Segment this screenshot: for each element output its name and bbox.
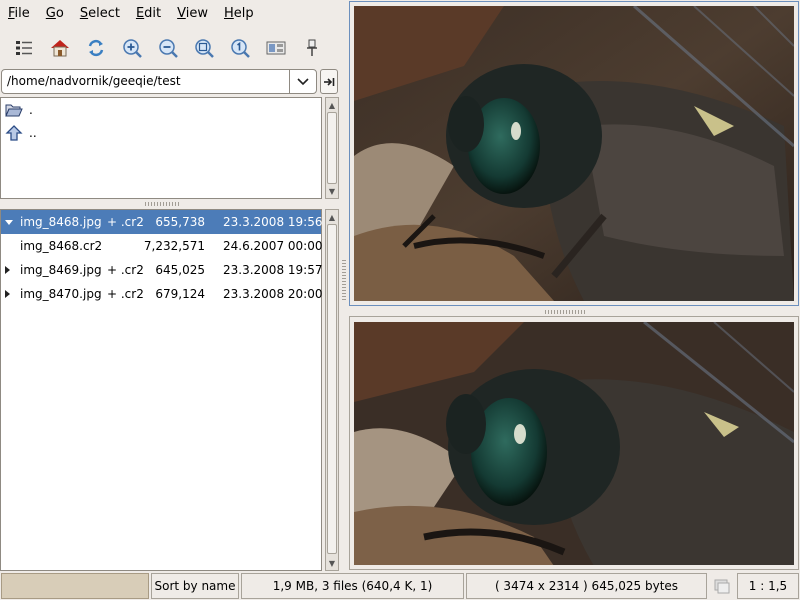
jump-arrow-icon bbox=[324, 77, 335, 86]
thumbnails-button[interactable] bbox=[6, 32, 42, 64]
directory-list: . .. bbox=[0, 97, 322, 199]
chevron-down-icon bbox=[297, 77, 309, 85]
dir-item-parent[interactable]: .. bbox=[1, 121, 321, 144]
file-row[interactable]: img_8469.jpg + .cr2 645,025 23.3.2008 19… bbox=[1, 258, 323, 282]
dir-item-label: . bbox=[29, 102, 33, 117]
zoom-1-1-icon bbox=[231, 39, 250, 58]
file-row[interactable]: img_8468.cr2 7,232,571 24.6.2007 00:00 bbox=[1, 234, 323, 258]
progress-bar bbox=[1, 573, 149, 599]
file-size: 679,124 bbox=[155, 287, 205, 301]
status-summary-text: 1,9 MB, 3 files (640,4 K, 1) bbox=[272, 579, 433, 593]
pin-button[interactable] bbox=[294, 32, 330, 64]
expander-expanded-icon[interactable] bbox=[5, 220, 13, 225]
status-image-info: ( 3474 x 2314 ) 645,025 bytes bbox=[466, 573, 707, 599]
file-size: 655,738 bbox=[155, 215, 205, 229]
file-list-scrollbar[interactable]: ▲ ▼ bbox=[325, 209, 339, 571]
color-profile-icon bbox=[714, 579, 730, 594]
zoom-fit-icon bbox=[195, 39, 214, 58]
home-icon bbox=[51, 40, 69, 57]
menubar: File Go Select Edit View Help bbox=[0, 0, 345, 28]
refresh-button[interactable] bbox=[78, 32, 114, 64]
statusbar: Sort by name 1,9 MB, 3 files (640,4 K, 1… bbox=[0, 572, 800, 600]
directory-scrollbar[interactable]: ▲ ▼ bbox=[325, 97, 339, 199]
status-summary: 1,9 MB, 3 files (640,4 K, 1) bbox=[241, 573, 464, 599]
path-input[interactable] bbox=[2, 70, 288, 93]
home-button[interactable] bbox=[42, 32, 78, 64]
pin-icon bbox=[307, 39, 317, 56]
go-button[interactable] bbox=[320, 69, 338, 94]
file-date: 23.3.2008 20:00 bbox=[223, 287, 323, 301]
dragonfly-photo-zoomed bbox=[354, 322, 794, 565]
color-profile-button[interactable] bbox=[709, 573, 735, 599]
file-sidecar: + .cr2 bbox=[107, 263, 144, 277]
file-size: 7,232,571 bbox=[143, 239, 205, 253]
menu-file[interactable]: File bbox=[0, 0, 38, 28]
zoom-status-text: 1 : 1,5 bbox=[748, 579, 788, 593]
dir-item-label: .. bbox=[29, 125, 37, 140]
file-row[interactable]: img_8468.jpg + .cr2 655,738 23.3.2008 19… bbox=[1, 210, 323, 234]
file-list: img_8468.jpg + .cr2 655,738 23.3.2008 19… bbox=[0, 209, 322, 571]
expander-collapsed-icon[interactable] bbox=[5, 266, 10, 274]
pane-resize-handle[interactable] bbox=[145, 202, 179, 206]
zoom-in-button[interactable] bbox=[114, 32, 150, 64]
thumbnails-icon bbox=[16, 41, 32, 55]
dragonfly-photo bbox=[354, 6, 794, 301]
sort-button[interactable]: Sort by name bbox=[151, 573, 239, 599]
file-size: 645,025 bbox=[155, 263, 205, 277]
up-arrow-icon bbox=[5, 124, 23, 141]
file-date: 24.6.2007 00:00 bbox=[223, 239, 323, 253]
dir-item-current[interactable]: . bbox=[1, 98, 321, 121]
file-name: img_8469.jpg bbox=[20, 263, 102, 277]
zoom-status: 1 : 1,5 bbox=[737, 573, 799, 599]
file-name: img_8468.jpg bbox=[20, 215, 102, 229]
path-dropdown-button[interactable] bbox=[289, 70, 316, 93]
folder-open-icon bbox=[5, 104, 23, 116]
zoom-1-1-button[interactable] bbox=[222, 32, 258, 64]
menu-select[interactable]: Select bbox=[72, 0, 128, 28]
sort-label: Sort by name bbox=[154, 579, 236, 593]
image-split-resize-handle[interactable] bbox=[545, 310, 585, 314]
layout-button[interactable] bbox=[258, 32, 294, 64]
file-name: img_8468.cr2 bbox=[20, 239, 103, 253]
image-view-primary[interactable] bbox=[349, 1, 799, 306]
zoom-fit-button[interactable] bbox=[186, 32, 222, 64]
zoom-in-icon bbox=[123, 39, 142, 58]
menu-go[interactable]: Go bbox=[38, 0, 72, 28]
path-combo bbox=[1, 69, 317, 94]
image-view-secondary[interactable] bbox=[349, 316, 799, 570]
menu-edit[interactable]: Edit bbox=[128, 0, 169, 28]
vertical-resize-handle[interactable] bbox=[342, 260, 346, 300]
layout-icon bbox=[266, 41, 286, 55]
menu-view[interactable]: View bbox=[169, 0, 216, 28]
file-date: 23.3.2008 19:56 bbox=[223, 215, 323, 229]
zoom-out-icon bbox=[159, 39, 178, 58]
expander-collapsed-icon[interactable] bbox=[5, 290, 10, 298]
toolbar bbox=[0, 30, 345, 66]
file-sidecar: + .cr2 bbox=[107, 287, 144, 301]
file-sidecar: + .cr2 bbox=[107, 215, 144, 229]
refresh-icon bbox=[88, 39, 104, 57]
file-date: 23.3.2008 19:57 bbox=[223, 263, 323, 277]
file-row[interactable]: img_8470.jpg + .cr2 679,124 23.3.2008 20… bbox=[1, 282, 323, 306]
status-image-info-text: ( 3474 x 2314 ) 645,025 bytes bbox=[494, 579, 679, 593]
menu-help[interactable]: Help bbox=[216, 0, 262, 28]
zoom-out-button[interactable] bbox=[150, 32, 186, 64]
file-name: img_8470.jpg bbox=[20, 287, 102, 301]
